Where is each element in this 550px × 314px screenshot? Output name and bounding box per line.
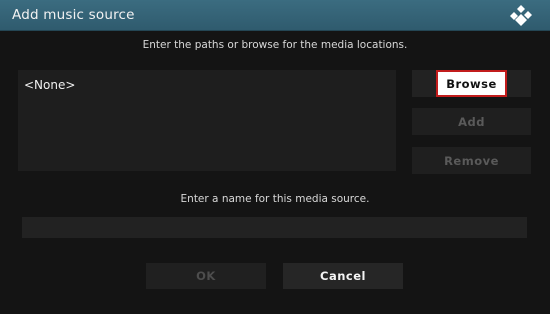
paths-instruction: Enter the paths or browse for the media … (142, 39, 408, 51)
cancel-button-label: Cancel (320, 269, 366, 283)
browse-button[interactable]: Browse (412, 70, 531, 97)
add-button[interactable]: Add (412, 108, 531, 135)
source-paths-list[interactable]: <None> (18, 70, 396, 171)
cancel-button[interactable]: Cancel (283, 263, 403, 289)
ok-button-label: OK (196, 269, 216, 283)
dialog-titlebar: Add music source (0, 0, 550, 31)
dialog-title: Add music source (12, 7, 135, 23)
ok-button[interactable]: OK (146, 263, 266, 289)
add-music-source-dialog: Add music source Enter the paths or brow… (0, 0, 550, 314)
name-instruction: Enter a name for this media source. (180, 193, 370, 205)
list-item[interactable]: <None> (24, 78, 75, 92)
browse-button-label: Browse (446, 76, 497, 91)
remove-button-label: Remove (444, 153, 499, 168)
browse-button-focused[interactable]: Browse (436, 70, 507, 97)
kodi-logo-icon (510, 5, 532, 26)
add-button-label: Add (458, 114, 485, 129)
remove-button[interactable]: Remove (412, 147, 531, 174)
source-name-input[interactable] (22, 217, 527, 238)
